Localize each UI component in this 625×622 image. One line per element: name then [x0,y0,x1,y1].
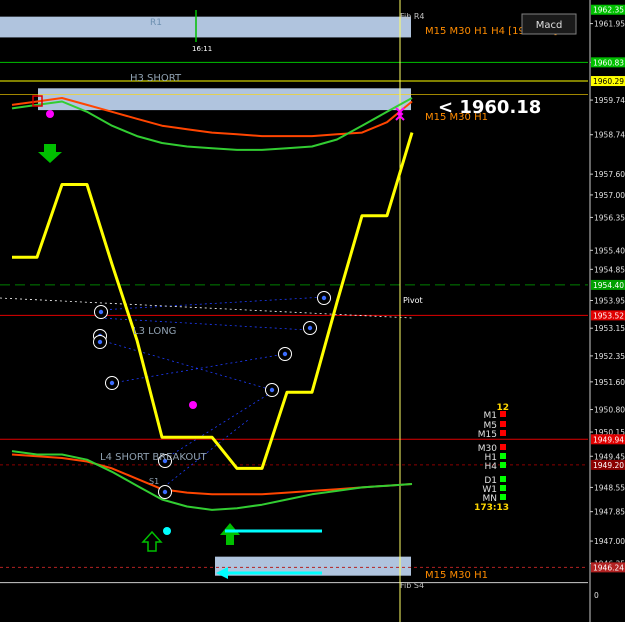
label-l4-short-breakout: L4 SHORT BREAKOUT [100,452,208,463]
y-tick-label: 1947.85 [594,508,625,517]
cyan-dot [163,527,171,535]
magenta-dot [189,401,197,409]
label-fib-r4: Fib R4 [400,12,425,21]
price-tag-label: 1946.24 [593,563,624,572]
y-tick-label: 1955.40 [594,246,625,255]
signal-marker-dot [98,309,104,315]
price-tag-label: 1960.29 [593,77,624,86]
label-pivot: Pivot [403,296,423,305]
y-tick-label: 1954.85 [594,265,625,274]
cursor-time-label: 16:11 [192,45,212,53]
price-tag-label: 1960.83 [593,58,624,67]
y-tick-label: 1958.74 [594,131,625,140]
label-s1: S1 [149,477,159,486]
mtf-status-h4 [500,462,506,468]
price-chart[interactable]: R1Fib R4M15 M30 H1 H4 [1962.00]H3 SHORT<… [0,0,625,622]
label-r1: R1 [150,18,162,28]
mtf-status-h1 [500,453,506,459]
label-h3-short: H3 SHORT [130,73,182,84]
zone-top [0,16,411,38]
mtf-label-m15: M15 [478,430,497,440]
label-fib-s4: Fib S4 [400,581,424,590]
mtf-status-m30 [500,444,506,450]
price-tag-label: 1953.52 [593,311,624,320]
y-tick-label: 1953.15 [594,324,625,333]
macd-button-label: Macd [536,20,563,31]
y-tick-label: 1950.80 [594,406,625,415]
y-tick-label: 1951.60 [594,378,625,387]
signal-marker-dot [162,489,168,495]
price-tag-label: 1962.35 [593,6,624,15]
signal-marker-dot [109,380,115,386]
mtf-status-m5 [500,421,506,427]
y-tick-label: 1957.00 [594,191,625,200]
mtf-status-w1 [500,485,506,491]
chart-window[interactable]: R1 Fib R4 M15 M30 H1 H4 [1962.00] H3 SHORT <… [0,0,625,622]
y-tick-label: 1952.35 [594,352,625,361]
signal-marker-dot [321,295,327,301]
mtf-status-mn [500,494,506,500]
signal-marker-dot [282,351,288,357]
countdown-label: 173:13 [474,503,509,513]
y-tick-label: 1948.55 [594,483,625,492]
mtf-status-m15 [500,430,506,436]
mtf-label-m1: M1 [484,411,498,421]
signal-marker-dot [307,325,313,331]
price-tag-label: 1949.94 [593,435,624,444]
y-tick-label: 1959.74 [594,96,625,105]
label-zone-mid: M15 M30 H1 [425,112,488,123]
price-tag-label: 1949.20 [593,461,624,470]
y-tick-label: 1947.00 [594,537,625,546]
signal-marker-dot [97,339,103,345]
y-tick-label: 1961.95 [594,20,625,29]
mtf-status-m1 [500,411,506,417]
bottom-axis-value: 0 [594,591,599,600]
y-tick-label: 1953.95 [594,297,625,306]
mtf-label-h4: H4 [485,462,498,472]
magenta-dot [46,110,54,118]
signal-marker-dot [269,387,275,393]
y-tick-label: 1956.35 [594,213,625,222]
label-l3-long: L3 LONG [133,326,176,337]
y-tick-label: 1957.60 [594,170,625,179]
mtf-status-d1 [500,476,506,482]
label-zone-bottom: M15 M30 H1 [425,570,488,581]
price-tag-label: 1954.40 [593,281,624,290]
y-tick-label: 1949.45 [594,452,625,461]
